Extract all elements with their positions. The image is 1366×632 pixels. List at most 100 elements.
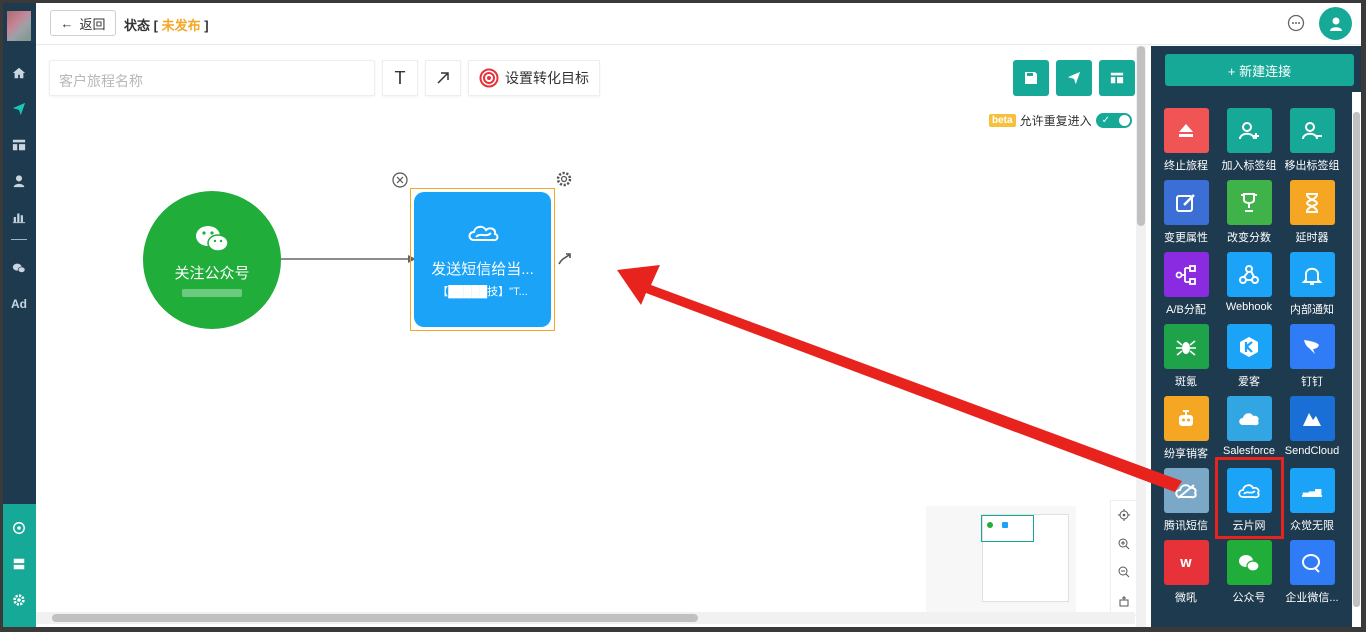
component-tile[interactable]: 改变分数 — [1220, 180, 1278, 250]
paper-plane-icon — [1067, 71, 1081, 85]
component-tile[interactable]: Salesforce — [1220, 396, 1278, 466]
journey-status: 状态 [ 未发布 ] — [124, 15, 209, 34]
zhongjue-icon: ▂▃▅ — [1289, 468, 1335, 513]
journey-canvas[interactable]: 客户旅程名称 T 设置转化目标 beta 允许重复进入 ✓ 关注公众号 发送短信… — [36, 46, 1146, 627]
svg-text:W: W — [1180, 557, 1192, 570]
zoom-controls — [1110, 500, 1138, 616]
new-connection-button[interactable]: + 新建连接 — [1165, 54, 1354, 86]
text-tool-button[interactable]: T — [382, 60, 418, 96]
set-goal-button[interactable]: 设置转化目标 — [468, 60, 600, 96]
new-connection-label: + 新建连接 — [1227, 63, 1292, 79]
avatar[interactable] — [1319, 7, 1352, 40]
home-icon[interactable] — [9, 63, 29, 83]
canvas-vertical-scrollbar[interactable] — [1136, 46, 1146, 627]
wechat-nav-icon[interactable] — [9, 258, 29, 278]
bar-chart-icon[interactable] — [9, 207, 29, 227]
layout-icon[interactable] — [9, 135, 29, 155]
fit-view-icon[interactable] — [1118, 595, 1130, 607]
locate-icon[interactable] — [1118, 509, 1130, 522]
component-tile[interactable]: 延时器 — [1283, 180, 1341, 250]
close-icon[interactable] — [392, 172, 408, 188]
component-tile[interactable]: 钉钉 — [1283, 324, 1341, 394]
gear-icon[interactable] — [555, 170, 573, 188]
component-tile[interactable]: 企业微信... — [1283, 540, 1341, 610]
svg-text:▂▃▅: ▂▃▅ — [1302, 486, 1322, 495]
component-tile[interactable]: 腾讯短信 — [1157, 468, 1215, 538]
send-sms-node[interactable]: 发送短信给当... 【█████技】"T... — [414, 192, 551, 327]
arrow-tool-button[interactable] — [425, 60, 461, 96]
weihou-icon: W — [1163, 540, 1209, 585]
server-icon[interactable] — [9, 554, 29, 574]
start-node-label: 关注公众号 — [174, 264, 250, 282]
sendcloud-icon — [1289, 396, 1335, 441]
dingtalk-icon — [1289, 324, 1335, 369]
back-label: 返回 — [79, 16, 106, 32]
tencent-cloud-icon — [1163, 468, 1209, 513]
sms-node-subtitle: 【█████技】"T... — [437, 286, 528, 298]
network-icon[interactable] — [9, 518, 29, 538]
webhook-icon — [1226, 252, 1272, 297]
panel-scroll-thumb[interactable] — [1353, 112, 1360, 607]
component-tile-label: 变更属性 — [1164, 232, 1208, 244]
component-tile[interactable]: 公众号 — [1220, 540, 1278, 610]
ad-icon[interactable]: Ad — [9, 294, 29, 314]
trophy-icon — [1226, 180, 1272, 225]
component-tile-label: 企业微信... — [1285, 592, 1339, 604]
component-tile[interactable]: 纷享销客 — [1157, 396, 1215, 466]
vertical-scroll-thumb[interactable] — [1137, 46, 1145, 226]
canvas-horizontal-scrollbar[interactable] — [36, 612, 1135, 624]
cloud-icon — [1226, 396, 1272, 441]
start-node-follow-wechat[interactable]: 关注公众号 — [143, 191, 281, 329]
edit-icon — [1163, 180, 1209, 225]
component-tile[interactable]: A/B分配 — [1157, 252, 1215, 322]
chat-icon[interactable] — [1287, 14, 1305, 32]
panel-scrollbar[interactable] — [1352, 92, 1361, 627]
component-tile[interactable]: 内部通知 — [1283, 252, 1341, 322]
minimap-viewport[interactable] — [981, 515, 1034, 542]
blurred-text — [182, 288, 242, 297]
component-tile[interactable]: 移出标签组 — [1283, 108, 1341, 178]
component-tile-label: 钉钉 — [1301, 376, 1323, 388]
app-logo — [7, 11, 31, 41]
hourglass-icon — [1289, 180, 1335, 225]
component-tile-label: 公众号 — [1232, 592, 1266, 604]
component-tile[interactable]: 加入标签组 — [1220, 108, 1278, 178]
wechat-icon — [1226, 540, 1272, 585]
component-tile[interactable]: 终止旅程 — [1157, 108, 1215, 178]
journey-name-input[interactable]: 客户旅程名称 — [49, 60, 375, 96]
send-icon[interactable] — [9, 99, 29, 119]
component-tile-label: A/B分配 — [1166, 304, 1206, 316]
component-tile[interactable]: SendCloud — [1283, 396, 1341, 466]
component-tile-label: 延时器 — [1295, 232, 1329, 244]
component-tile[interactable]: 爱客 — [1220, 324, 1278, 394]
status-suffix: ] — [204, 18, 209, 33]
component-tile[interactable]: 斑氪 — [1157, 324, 1215, 394]
component-tile-label: 纷享销客 — [1164, 448, 1208, 460]
connect-handle-icon[interactable] — [556, 250, 574, 268]
k-icon — [1226, 324, 1272, 369]
layout-button[interactable] — [1099, 60, 1135, 96]
user-icon[interactable] — [9, 171, 29, 191]
back-button[interactable]: ← 返回 — [50, 10, 116, 36]
repeat-entry-toggle[interactable]: ✓ — [1095, 113, 1132, 128]
component-tile-label: 终止旅程 — [1164, 160, 1208, 172]
component-tile-label: 爱客 — [1238, 376, 1260, 388]
component-tile-label: 加入标签组 — [1221, 160, 1277, 172]
set-goal-label: 设置转化目标 — [505, 70, 589, 86]
user-minus-icon — [1289, 108, 1335, 153]
top-bar: ← 返回 状态 [ 未发布 ] — [36, 3, 1361, 45]
component-tile-label: Webhook — [1225, 301, 1273, 313]
component-tile-label: 斑氪 — [1175, 376, 1197, 388]
component-tile[interactable]: ▂▃▅ 众觉无限 — [1283, 468, 1341, 538]
zoom-in-icon[interactable] — [1118, 538, 1130, 550]
zoom-out-icon[interactable] — [1118, 566, 1130, 578]
publish-button[interactable] — [1056, 60, 1092, 96]
minimap[interactable] — [926, 506, 1076, 616]
component-tile[interactable]: Webhook — [1220, 252, 1278, 322]
horizontal-scroll-thumb[interactable] — [52, 614, 698, 622]
component-tile[interactable]: 变更属性 — [1157, 180, 1215, 250]
settings-icon[interactable] — [9, 590, 29, 610]
save-button[interactable] — [1013, 60, 1049, 96]
component-tile[interactable]: W 微吼 — [1157, 540, 1215, 610]
sms-node-selection[interactable]: 发送短信给当... 【█████技】"T... — [410, 188, 555, 331]
